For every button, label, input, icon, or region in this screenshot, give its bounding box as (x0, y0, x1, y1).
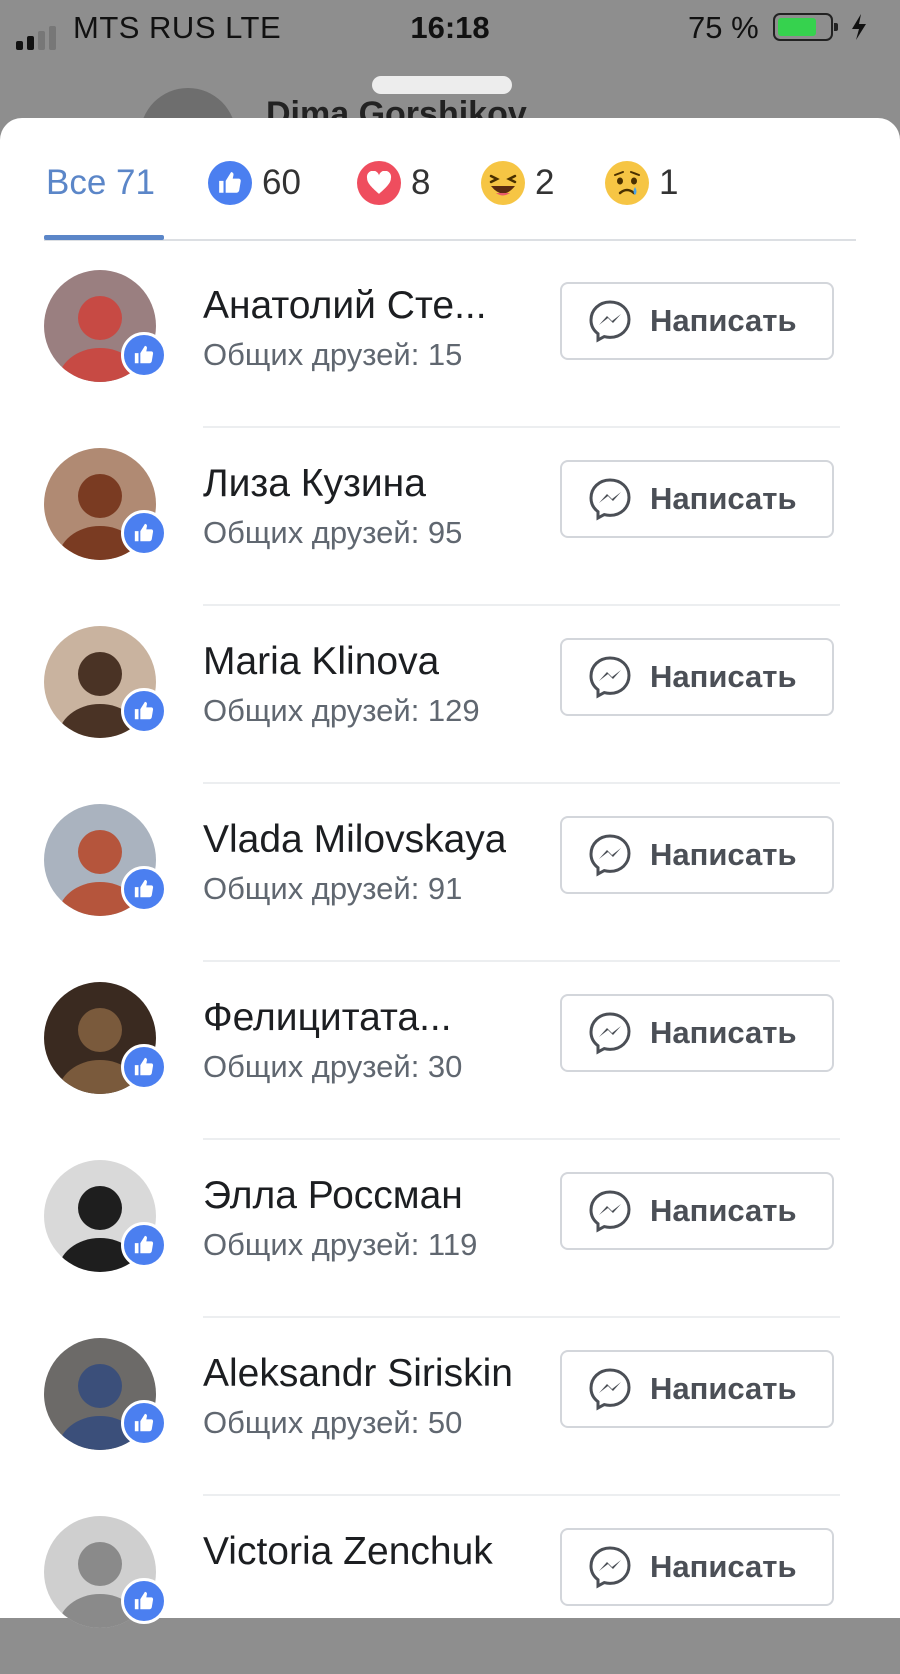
tab-like[interactable]: 60 (208, 158, 301, 208)
like-badge-icon (121, 1578, 167, 1624)
message-button[interactable]: Написать (560, 282, 834, 360)
mutual-friends-count: Общих друзей: 129 (203, 693, 480, 728)
like-badge-icon (121, 510, 167, 556)
reactor-row[interactable]: Vlada Milovskaya Общих друзей: 91 Написа… (0, 784, 900, 962)
like-badge-icon (121, 332, 167, 378)
sad-count: 1 (659, 163, 679, 202)
tab-haha[interactable]: 2 (481, 158, 554, 208)
message-button-label: Написать (650, 837, 797, 872)
messenger-icon (589, 300, 631, 343)
mutual-friends-count: Общих друзей: 119 (203, 1227, 478, 1262)
like-badge-icon (121, 688, 167, 734)
status-bar: MTS RUS LTE 16:18 75 % (0, 0, 900, 60)
reactions-sheet: Все 71 60 8 2 1 Анатолий Сте... Общих др… (0, 118, 900, 1628)
message-button[interactable]: Написать (560, 1350, 834, 1428)
message-button-label: Написать (650, 481, 797, 516)
like-badge-icon (121, 1044, 167, 1090)
active-tab-indicator (44, 235, 164, 240)
message-button[interactable]: Написать (560, 816, 834, 894)
like-count: 60 (262, 163, 301, 202)
mutual-friends-count: Общих друзей: 50 (203, 1405, 463, 1440)
tab-all-label: Все 71 (46, 163, 155, 202)
reactor-name[interactable]: Vlada Milovskaya (203, 818, 506, 862)
message-button[interactable]: Написать (560, 1172, 834, 1250)
like-badge-icon (121, 1222, 167, 1268)
reactor-row[interactable]: Анатолий Сте... Общих друзей: 15 Написат… (0, 250, 900, 428)
haha-reaction-icon (481, 161, 525, 205)
love-count: 8 (411, 163, 431, 202)
message-button-label: Написать (650, 1549, 797, 1584)
mutual-friends-count: Общих друзей: 95 (203, 515, 463, 550)
message-button[interactable]: Написать (560, 638, 834, 716)
message-button-label: Написать (650, 1371, 797, 1406)
reactor-row[interactable]: Лиза Кузина Общих друзей: 95 Написать (0, 428, 900, 606)
reactor-name[interactable]: Victoria Zenchuk (203, 1530, 493, 1574)
reactor-name[interactable]: Элла Россман (203, 1174, 463, 1218)
mutual-friends-count: Общих друзей: 91 (203, 871, 463, 906)
reactor-name[interactable]: Maria Klinova (203, 640, 439, 684)
messenger-icon (589, 656, 631, 699)
reactor-name[interactable]: Aleksandr Siriskin (203, 1352, 513, 1396)
sad-reaction-icon (605, 161, 649, 205)
like-reaction-icon (208, 161, 252, 205)
messenger-icon (589, 1368, 631, 1411)
like-badge-icon (121, 1400, 167, 1446)
message-button[interactable]: Написать (560, 1528, 834, 1606)
reactor-row[interactable]: Maria Klinova Общих друзей: 129 Написать (0, 606, 900, 784)
tab-all-reactions[interactable]: Все 71 (46, 158, 155, 208)
message-button-label: Написать (650, 659, 797, 694)
message-button-label: Написать (650, 1193, 797, 1228)
messenger-icon (589, 1190, 631, 1233)
mutual-friends-count: Общих друзей: 30 (203, 1049, 463, 1084)
reactor-row[interactable]: Фелицитата... Общих друзей: 30 Написать (0, 962, 900, 1140)
message-button-label: Написать (650, 303, 797, 338)
messenger-icon (589, 834, 631, 877)
like-badge-icon (121, 866, 167, 912)
messenger-icon (589, 1012, 631, 1055)
reactor-row[interactable]: Элла Россман Общих друзей: 119 Написать (0, 1140, 900, 1318)
mutual-friends-count: Общих друзей: 15 (203, 337, 463, 372)
message-button[interactable]: Написать (560, 460, 834, 538)
tab-love[interactable]: 8 (357, 158, 430, 208)
tab-sad[interactable]: 1 (605, 158, 678, 208)
reactor-name[interactable]: Анатолий Сте... (203, 284, 487, 328)
reaction-tabs: Все 71 60 8 2 1 (0, 118, 900, 244)
messenger-icon (589, 478, 631, 521)
reactor-name[interactable]: Лиза Кузина (203, 462, 426, 506)
battery-icon (773, 13, 838, 41)
sheet-drag-handle[interactable] (372, 76, 512, 94)
tabs-divider (44, 239, 856, 241)
reactor-row[interactable]: Victoria Zenchuk Написать (0, 1496, 900, 1674)
reactor-name[interactable]: Фелицитата... (203, 996, 452, 1040)
charging-icon (852, 14, 866, 40)
love-reaction-icon (357, 161, 401, 205)
message-button[interactable]: Написать (560, 994, 834, 1072)
haha-count: 2 (535, 163, 555, 202)
reactor-row[interactable]: Aleksandr Siriskin Общих друзей: 50 Напи… (0, 1318, 900, 1496)
clock: 16:18 (410, 10, 490, 45)
messenger-icon (589, 1546, 631, 1589)
message-button-label: Написать (650, 1015, 797, 1050)
battery-percent: 75 % (688, 10, 759, 45)
